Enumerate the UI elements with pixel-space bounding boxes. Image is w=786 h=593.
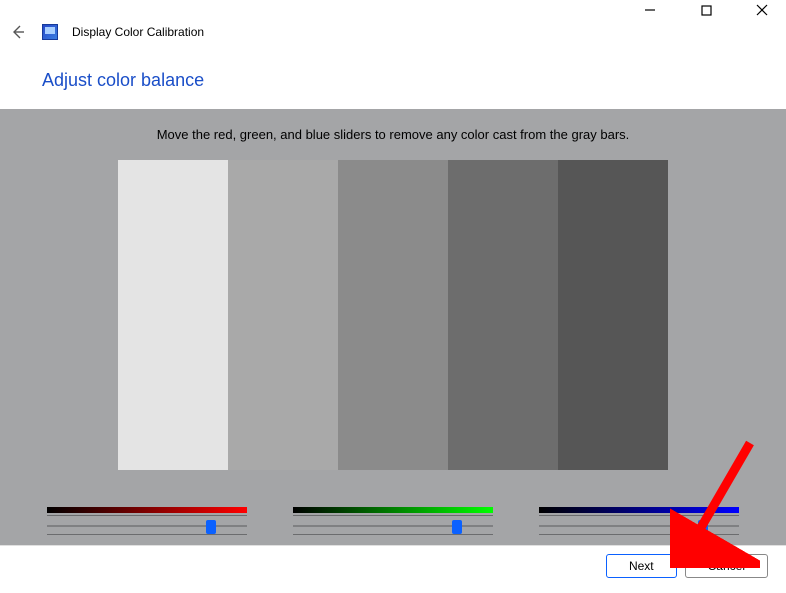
red-thumb[interactable] (206, 520, 216, 534)
gray-bar-1 (118, 160, 228, 470)
gray-bar-3 (338, 160, 448, 470)
minimize-button[interactable] (634, 0, 666, 21)
green-slider[interactable] (293, 507, 493, 535)
cancel-button[interactable]: Cancel (685, 554, 768, 578)
blue-gradient (539, 507, 739, 513)
heading-row: Adjust color balance (0, 50, 786, 109)
red-track[interactable] (47, 515, 247, 535)
app-icon (42, 24, 58, 40)
red-slider[interactable] (47, 507, 247, 535)
sliders-row (0, 507, 786, 535)
green-track[interactable] (293, 515, 493, 535)
next-button[interactable]: Next (606, 554, 677, 578)
maximize-button[interactable] (690, 0, 722, 21)
title-bar: Display Color Calibration (0, 14, 786, 50)
blue-thumb[interactable] (698, 520, 708, 534)
blue-slider[interactable] (539, 507, 739, 535)
footer-bar: Next Cancel (0, 545, 786, 585)
content-area: Move the red, green, and blue sliders to… (0, 109, 786, 545)
blue-track[interactable] (539, 515, 739, 535)
gray-bars (0, 160, 786, 470)
gray-bar-5 (558, 160, 668, 470)
red-gradient (47, 507, 247, 513)
window-title: Display Color Calibration (72, 25, 204, 39)
page-heading: Adjust color balance (42, 70, 786, 91)
green-gradient (293, 507, 493, 513)
close-button[interactable] (746, 0, 778, 21)
back-button[interactable] (8, 22, 28, 42)
gray-bar-2 (228, 160, 338, 470)
window-controls (0, 0, 786, 14)
green-thumb[interactable] (452, 520, 462, 534)
instruction-text: Move the red, green, and blue sliders to… (0, 127, 786, 142)
gray-bar-4 (448, 160, 558, 470)
